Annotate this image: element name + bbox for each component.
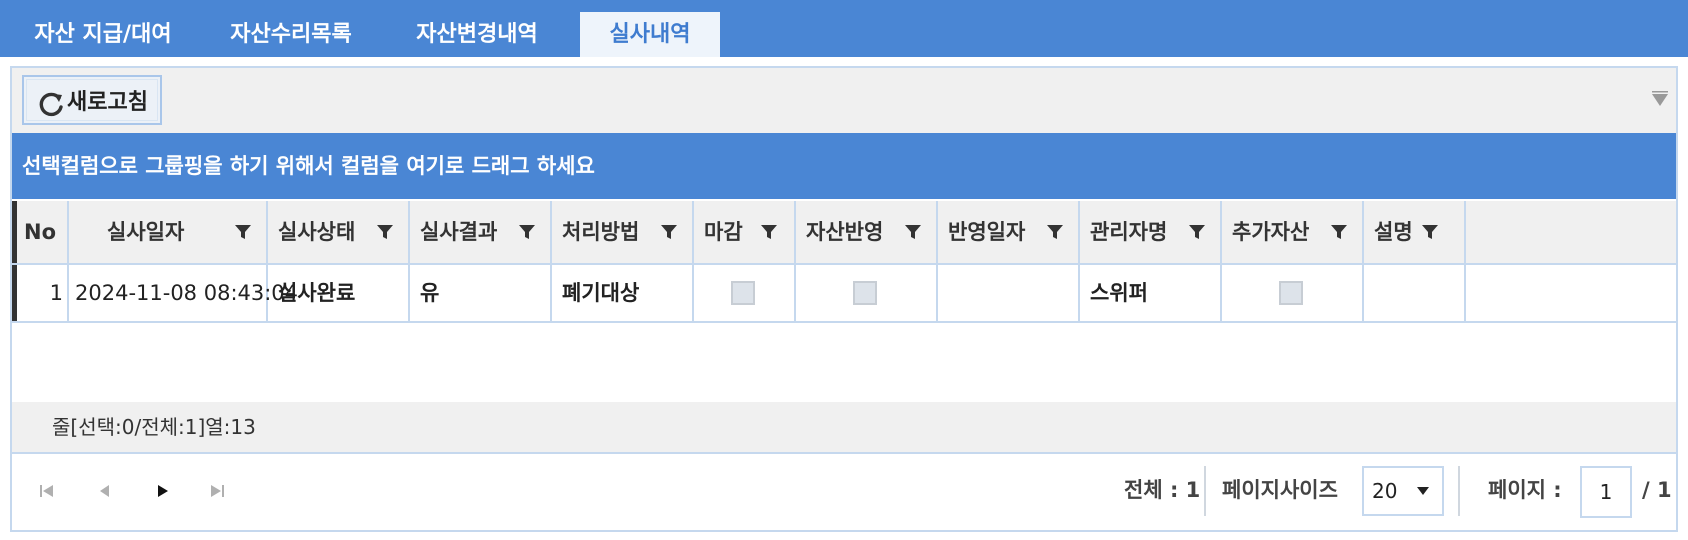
next-page-icon[interactable]: [147, 476, 177, 506]
pager-divider: [1458, 466, 1460, 516]
last-page-icon[interactable]: [202, 476, 232, 506]
cell-audit-result: 유: [410, 265, 552, 321]
header-process-method[interactable]: 처리방법: [552, 201, 694, 263]
header-audit-result-label: 실사결과: [420, 220, 498, 244]
header-manager-name-label: 관리자명: [1090, 220, 1168, 244]
header-no[interactable]: No: [12, 201, 69, 263]
screen: 자산 지급/대여 자산수리목록 자산변경내역 실사내역 새로고침 선택컬럼으로 …: [0, 0, 1688, 540]
cell-no-text: 1: [49, 281, 63, 305]
refresh-button-frame: 새로고침: [26, 79, 158, 121]
header-extra-asset-label: 추가자산: [1232, 220, 1310, 244]
header-audit-status[interactable]: 실사상태: [268, 201, 410, 263]
cell-process-method: 폐기대상: [552, 265, 694, 321]
pager-divider: [1204, 466, 1206, 516]
closed-checkbox[interactable]: [731, 281, 755, 305]
header-audit-status-label: 실사상태: [278, 220, 356, 244]
tab-asset-repair-list[interactable]: 자산수리목록: [214, 12, 368, 57]
filter-menu-icon[interactable]: [1650, 90, 1670, 110]
header-no-label: No: [24, 220, 57, 244]
page-label: 페이지 :: [1488, 478, 1562, 502]
extra-asset-checkbox[interactable]: [1279, 281, 1303, 305]
header-applied-date-label: 반영일자: [948, 220, 1026, 244]
cell-asset-applied: [796, 265, 938, 321]
group-drop-band[interactable]: 선택컬럼으로 그룹핑을 하기 위해서 컬럼을 여기로 드래그 하세요: [12, 133, 1676, 199]
cell-closed: [694, 265, 796, 321]
pager-bar: 전체 : 1 페이지사이즈 20 페이지 : / 1: [12, 452, 1676, 530]
header-description-label: 설명: [1374, 220, 1413, 244]
refresh-button[interactable]: 새로고침: [22, 75, 162, 125]
tab-strip: 자산 지급/대여 자산수리목록 자산변경내역 실사내역: [0, 0, 1688, 57]
cell-audit-date: 2024-11-08 08:43:04: [69, 265, 298, 321]
cell-description: [1364, 265, 1466, 321]
cell-audit-date-text: 2024-11-08 08:43:04: [75, 281, 299, 305]
total-pages: / 1: [1642, 478, 1672, 502]
cell-process-method-text: 폐기대상: [562, 281, 640, 305]
refresh-label: 새로고침: [67, 90, 148, 115]
cell-manager-name-text: 스위퍼: [1090, 281, 1148, 305]
filter-icon[interactable]: [660, 223, 678, 241]
header-audit-date-label: 실사일자: [107, 220, 185, 244]
tab-asset-change-history[interactable]: 자산변경내역: [398, 12, 556, 57]
filter-icon[interactable]: [1188, 223, 1206, 241]
cell-manager-name: 스위퍼: [1080, 265, 1222, 321]
cell-extra-asset: [1222, 265, 1364, 321]
filter-icon[interactable]: [1046, 223, 1064, 241]
grid-header: No 실사일자 실사상태 실사결과 처리방법 마감 자산반영 반영일자 관리자명…: [12, 199, 1676, 265]
total-count: 전체 : 1: [1124, 478, 1201, 502]
filter-icon[interactable]: [234, 223, 252, 241]
header-description[interactable]: 설명: [1364, 201, 1466, 263]
header-extra-asset[interactable]: 추가자산: [1222, 201, 1364, 263]
page-size-value: 20: [1372, 479, 1398, 503]
filter-icon[interactable]: [518, 223, 536, 241]
tab-asset-issue-rental[interactable]: 자산 지급/대여: [16, 12, 190, 57]
current-page-input[interactable]: [1580, 466, 1632, 518]
header-audit-result[interactable]: 실사결과: [410, 201, 552, 263]
table-row[interactable]: 1 2024-11-08 08:43:04 실사완료 유 폐기대상 스위퍼: [12, 265, 1676, 323]
filter-icon[interactable]: [376, 223, 394, 241]
cell-audit-status: 실사완료: [268, 265, 410, 321]
previous-page-icon[interactable]: [90, 476, 120, 506]
header-process-method-label: 처리방법: [562, 220, 640, 244]
first-page-icon[interactable]: [32, 476, 62, 506]
row-column-summary: 줄[선택:0/전체:1]열:13: [52, 415, 256, 439]
header-applied-date[interactable]: 반영일자: [938, 201, 1080, 263]
grid-summary-bar: 줄[선택:0/전체:1]열:13: [12, 402, 1676, 452]
asset-applied-checkbox[interactable]: [853, 281, 877, 305]
header-asset-applied-label: 자산반영: [806, 220, 884, 244]
tab-audit-history[interactable]: 실사내역: [580, 12, 720, 57]
chevron-down-icon: [1417, 487, 1429, 495]
cell-audit-result-text: 유: [420, 281, 440, 305]
header-manager-name[interactable]: 관리자명: [1080, 201, 1222, 263]
page-size-select[interactable]: 20: [1362, 466, 1444, 516]
cell-applied-date: [938, 265, 1080, 321]
header-closed[interactable]: 마감: [694, 201, 796, 263]
page-size-label: 페이지사이즈: [1222, 478, 1338, 502]
toolbar: 새로고침: [12, 68, 1676, 133]
header-closed-label: 마감: [704, 220, 743, 244]
filter-icon[interactable]: [904, 223, 922, 241]
refresh-icon: [39, 92, 63, 117]
header-audit-date[interactable]: 실사일자: [69, 201, 268, 263]
cell-no: 1: [12, 265, 69, 321]
filter-icon[interactable]: [760, 223, 778, 241]
audit-panel: 새로고침 선택컬럼으로 그룹핑을 하기 위해서 컬럼을 여기로 드래그 하세요 …: [10, 66, 1678, 532]
grid-empty-area: [12, 323, 1676, 402]
header-asset-applied[interactable]: 자산반영: [796, 201, 938, 263]
filter-icon[interactable]: [1421, 223, 1439, 241]
cell-audit-status-text: 실사완료: [278, 281, 356, 305]
filter-icon[interactable]: [1330, 223, 1348, 241]
